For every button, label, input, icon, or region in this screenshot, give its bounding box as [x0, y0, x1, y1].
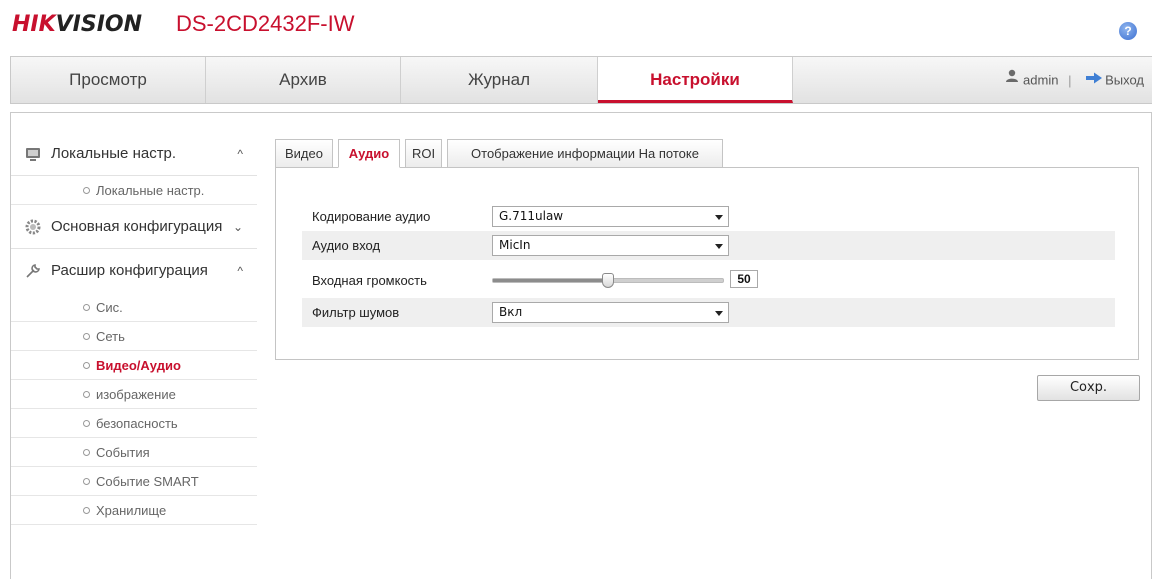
- bullet-icon: [83, 478, 90, 485]
- sidebar-item-image[interactable]: изображение: [11, 380, 257, 409]
- sidebar-item-label: Локальные настр.: [96, 183, 205, 198]
- header: HIKVISION DS-2CD2432F-IW ?: [0, 0, 1152, 52]
- volume-slider-thumb[interactable]: [602, 273, 614, 288]
- save-button[interactable]: Сохр.: [1037, 375, 1140, 401]
- sidebar-group-basic[interactable]: Основная конфигурация ⌄: [11, 205, 257, 249]
- sidebar-item-local-settings[interactable]: Локальные настр.: [11, 176, 257, 205]
- sidebar-group-label: Расшир конфигурация: [51, 262, 208, 279]
- row-noise-filter: Фильтр шумов Вкл: [302, 298, 1115, 327]
- bullet-icon: [83, 362, 90, 369]
- sidebar-item-video-audio[interactable]: Видео/Аудио: [11, 351, 257, 380]
- select-value: G.711ulaw: [499, 209, 564, 223]
- select-value: Вкл: [499, 305, 523, 319]
- select-value: MicIn: [499, 238, 531, 252]
- audio-settings-panel: [275, 167, 1139, 360]
- monitor-icon: [26, 148, 40, 161]
- username: admin: [1023, 72, 1059, 88]
- audio-encoding-label: Кодирование аудио: [312, 209, 431, 224]
- volume-slider[interactable]: [492, 273, 724, 288]
- tab-audio[interactable]: Аудио: [338, 139, 400, 168]
- bullet-icon: [83, 304, 90, 311]
- sidebar-item-system[interactable]: Сис.: [11, 293, 257, 322]
- tab-video[interactable]: Видео: [275, 139, 333, 168]
- dropdown-arrow-icon: [715, 311, 723, 316]
- wrench-icon: [26, 264, 40, 278]
- sidebar-item-label: Сис.: [96, 300, 123, 315]
- sidebar-item-network[interactable]: Сеть: [11, 322, 257, 351]
- row-audio-input: Аудио вход MicIn: [302, 231, 1115, 260]
- nav-tab-live-view[interactable]: Просмотр: [11, 57, 206, 103]
- tab-stream-info[interactable]: Отображение информации На потоке: [447, 139, 723, 168]
- row-audio-encoding: Кодирование аудио G.711ulaw: [302, 202, 1115, 231]
- sidebar-group-label: Локальные настр.: [51, 145, 177, 162]
- sidebar-item-label: Событие SMART: [96, 474, 199, 489]
- row-input-volume: Входная громкость 50: [302, 266, 1115, 295]
- audio-input-select[interactable]: MicIn: [492, 235, 729, 256]
- sidebar-item-label: изображение: [96, 387, 176, 402]
- sidebar-item-events[interactable]: События: [11, 438, 257, 467]
- audio-encoding-select[interactable]: G.711ulaw: [492, 206, 729, 227]
- hikvision-logo: HIKVISION: [12, 12, 142, 37]
- sidebar-item-security[interactable]: безопасность: [11, 409, 257, 438]
- bullet-icon: [83, 187, 90, 194]
- bullet-icon: [83, 333, 90, 340]
- nav-tab-playback[interactable]: Архив: [206, 57, 401, 103]
- sidebar-item-label: Хранилище: [96, 503, 167, 518]
- sidebar-item-label: безопасность: [96, 416, 178, 431]
- chevron-down-icon[interactable]: ⌄: [233, 205, 243, 249]
- nav-tab-log[interactable]: Журнал: [401, 57, 598, 103]
- input-volume-label: Входная громкость: [312, 273, 427, 288]
- volume-value[interactable]: 50: [730, 270, 758, 288]
- chevron-up-icon[interactable]: ^: [237, 249, 243, 293]
- chevron-up-icon[interactable]: ^: [237, 132, 243, 176]
- tab-roi[interactable]: ROI: [405, 139, 442, 168]
- user-separator: |: [1068, 72, 1072, 88]
- logout-icon[interactable]: [1085, 72, 1103, 84]
- dropdown-arrow-icon: [715, 215, 723, 220]
- sidebar-item-label: События: [96, 445, 150, 460]
- bullet-icon: [83, 449, 90, 456]
- dropdown-arrow-icon: [715, 244, 723, 249]
- noise-filter-select[interactable]: Вкл: [492, 302, 729, 323]
- main-nav: Просмотр Архив Журнал Настройки admin | …: [10, 56, 1152, 104]
- bullet-icon: [83, 420, 90, 427]
- sidebar-group-advanced[interactable]: Расшир конфигурация ^: [11, 249, 257, 293]
- sidebar-item-label: Сеть: [96, 329, 125, 344]
- bullet-icon: [83, 507, 90, 514]
- audio-input-label: Аудио вход: [312, 238, 381, 253]
- logout-link[interactable]: Выход: [1105, 73, 1144, 88]
- user-icon: [1006, 69, 1019, 82]
- logo-part-2: VISION: [55, 12, 143, 37]
- sidebar-item-storage[interactable]: Хранилище: [11, 496, 257, 525]
- volume-slider-fill: [493, 279, 608, 282]
- logo-part-1: HIK: [12, 12, 56, 37]
- user-box: admin | Выход: [1005, 57, 1144, 103]
- sidebar-item-smart-event[interactable]: Событие SMART: [11, 467, 257, 496]
- sidebar-item-label: Видео/Аудио: [96, 358, 181, 373]
- noise-filter-label: Фильтр шумов: [312, 305, 400, 320]
- device-model: DS-2CD2432F-IW: [176, 11, 355, 36]
- sidebar: Локальные настр. ^ Локальные настр. Осно…: [11, 132, 257, 525]
- gear-icon: [25, 219, 41, 235]
- sidebar-group-label: Основная конфигурация: [51, 218, 223, 235]
- nav-tab-configuration[interactable]: Настройки: [598, 57, 793, 103]
- bullet-icon: [83, 391, 90, 398]
- sidebar-group-local[interactable]: Локальные настр. ^: [11, 132, 257, 176]
- help-icon[interactable]: ?: [1119, 22, 1137, 40]
